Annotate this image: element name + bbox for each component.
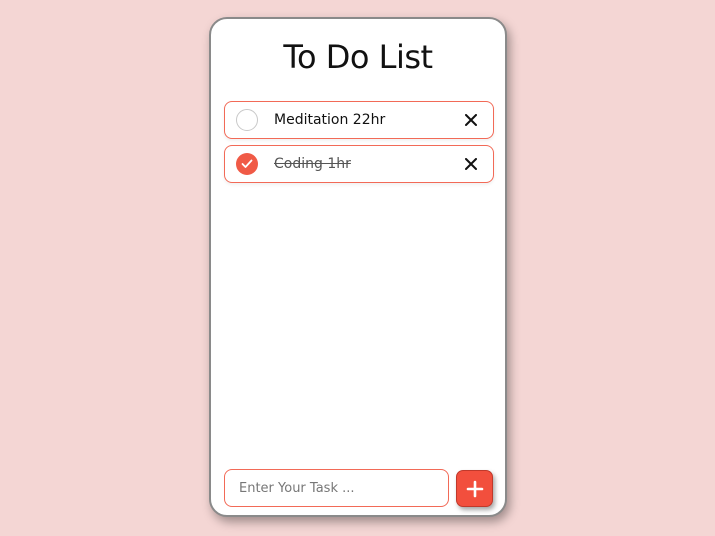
plus-icon	[466, 480, 483, 497]
task-label: Coding 1hr	[274, 156, 351, 172]
todo-card: To Do List Meditation 22hr Coding 1hr	[209, 17, 507, 517]
close-icon[interactable]	[461, 110, 481, 130]
close-icon[interactable]	[461, 154, 481, 174]
task-item[interactable]: Meditation 22hr	[224, 101, 494, 139]
task-checkbox[interactable]	[236, 109, 258, 131]
task-label: Meditation 22hr	[274, 112, 386, 128]
add-task-button[interactable]	[456, 470, 493, 507]
check-icon	[241, 159, 253, 168]
page-title: To Do List	[283, 38, 433, 76]
task-checkbox-checked[interactable]	[236, 153, 258, 175]
task-item[interactable]: Coding 1hr	[224, 145, 494, 183]
task-input[interactable]	[224, 469, 449, 507]
